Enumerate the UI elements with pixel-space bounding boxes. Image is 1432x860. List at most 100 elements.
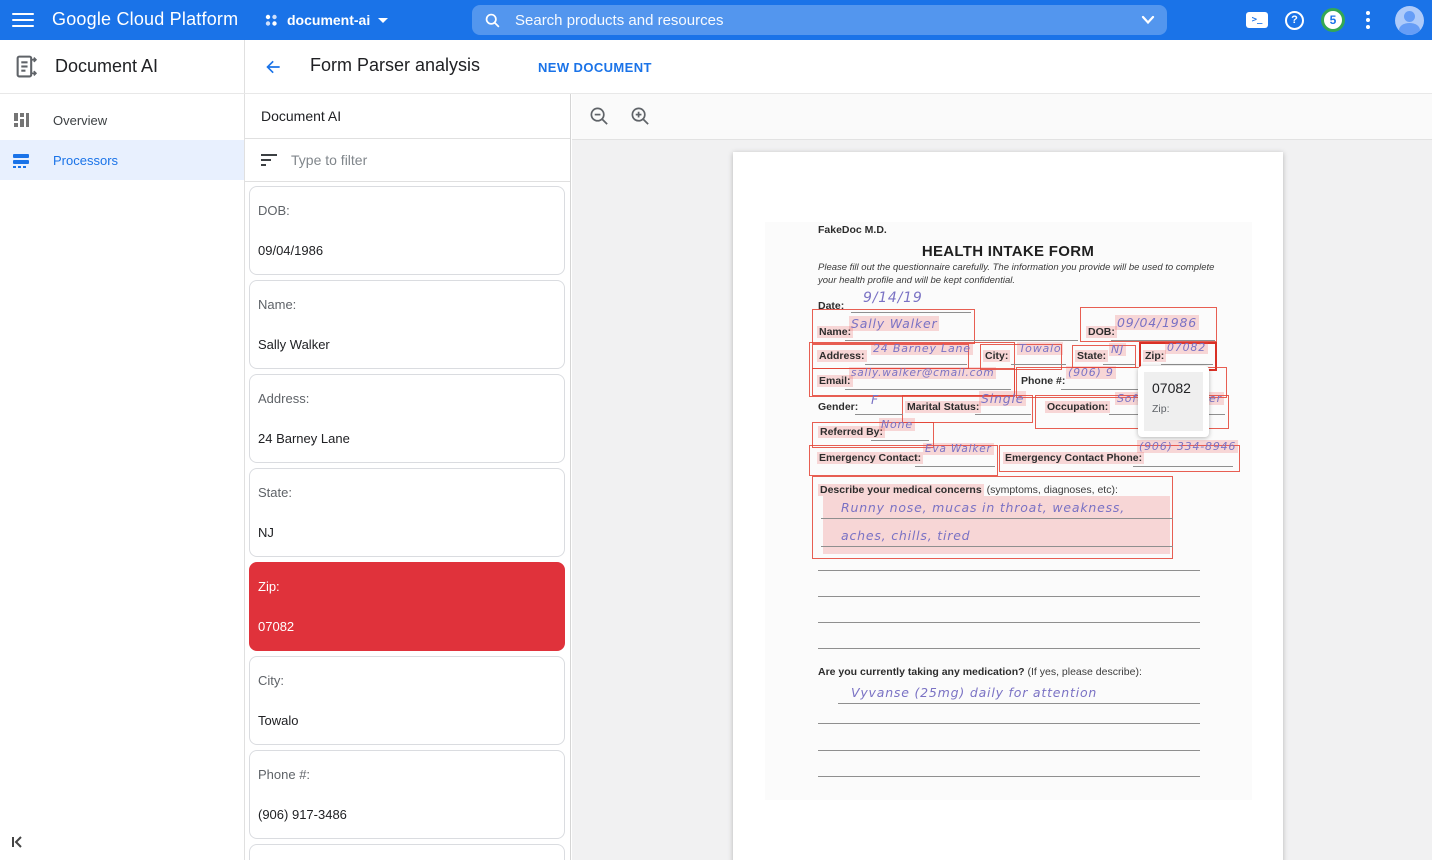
filter-icon	[261, 153, 278, 167]
document-page[interactable]: FakeDoc M.D. HEALTH INTAKE FORM Please f…	[733, 152, 1283, 860]
project-name: document-ai	[287, 12, 370, 28]
document-viewer: FakeDoc M.D. HEALTH INTAKE FORM Please f…	[572, 94, 1432, 860]
form-emergency-phone-label: Emergency Contact Phone:	[1003, 452, 1144, 464]
sidebar-item-processors[interactable]: Processors	[0, 140, 244, 180]
form-phone-value: (906) 9	[1066, 366, 1116, 379]
form-line	[818, 622, 1200, 623]
field-card-list: DOB: 09/04/1986 Name: Sally Walker Addre…	[249, 186, 565, 860]
avatar[interactable]	[1395, 6, 1424, 35]
help-icon[interactable]: ?	[1285, 11, 1304, 30]
field-card-dob[interactable]: DOB: 09/04/1986	[249, 186, 565, 275]
form-address-value: 24 Barney Lane	[871, 342, 973, 355]
form-line	[821, 518, 1173, 519]
zoom-out-icon[interactable]	[589, 106, 610, 127]
field-value: 24 Barney Lane	[258, 431, 350, 446]
viewer-toolbar	[572, 94, 1432, 140]
form-emergency-phone-value: (906) 334-8946	[1137, 440, 1238, 453]
brand-logo[interactable]: Google Cloud Platform	[52, 9, 238, 30]
form-gender-value: F	[871, 392, 879, 407]
form-email-value: sally.walker@cmail.com	[849, 367, 996, 379]
form-zip-value: 07082	[1165, 341, 1208, 354]
form-date-label: Date:	[818, 300, 844, 312]
page-title: Form Parser analysis	[310, 55, 480, 76]
search-chevron-down-icon[interactable]	[1141, 15, 1155, 25]
field-card-state[interactable]: State: NJ	[249, 468, 565, 557]
form-concerns-line2: aches, chills, tired	[841, 528, 970, 543]
form-concerns-label-rest: (symptoms, diagnoses, etc):	[984, 484, 1118, 496]
back-arrow-icon[interactable]	[263, 57, 283, 77]
field-card-address[interactable]: Address: 24 Barney Lane	[249, 374, 565, 463]
field-card-zip-selected[interactable]: Zip: 07082	[249, 562, 565, 651]
document-ai-icon	[14, 54, 39, 79]
project-selector[interactable]: document-ai	[263, 7, 388, 33]
form-concerns-line1: Runny nose, mucas in throat, weakness,	[841, 500, 1125, 515]
field-label: City:	[258, 673, 284, 688]
form-date-value: 9/14/19	[863, 290, 923, 306]
app-header: Document AI Form Parser analysis NEW DOC…	[0, 40, 1432, 94]
form-line	[818, 570, 1200, 571]
form-line	[1103, 364, 1135, 365]
filter-input[interactable]	[291, 152, 554, 168]
field-card-phone[interactable]: Phone #: (906) 917-3486	[249, 750, 565, 839]
form-medication-label: Are you currently taking any medication?	[818, 666, 1025, 678]
field-label: Address:	[258, 391, 309, 406]
cloud-shell-icon[interactable]: >_	[1246, 12, 1268, 28]
notifications-badge[interactable]: 5	[1321, 8, 1345, 32]
form-line	[818, 723, 1200, 724]
menu-icon[interactable]	[10, 8, 36, 32]
sidebar-item-label: Processors	[53, 153, 118, 168]
sidebar-item-overview[interactable]: Overview	[0, 100, 244, 140]
form-occupation-label: Occupation:	[1045, 401, 1110, 413]
top-bar: Google Cloud Platform document-ai >_ ? 5	[0, 0, 1432, 40]
field-label: State:	[258, 485, 292, 500]
field-label: Zip:	[258, 579, 280, 594]
form-state-value: NJ	[1109, 343, 1126, 356]
form-gender-label: Gender:	[818, 401, 858, 413]
form-occupation-value-end: er	[1207, 392, 1224, 405]
form-medication-value: Vyvanse (25mg) daily for attention	[851, 685, 1097, 700]
panel-title: Document AI	[245, 94, 570, 139]
form-email-label: Email:	[817, 375, 853, 387]
entity-tooltip-body: 07082 Zip:	[1144, 372, 1203, 431]
tooltip-value: 07082	[1152, 380, 1203, 396]
field-label: Name:	[258, 297, 296, 312]
app-title: Document AI	[55, 56, 158, 77]
new-document-button[interactable]: NEW DOCUMENT	[538, 60, 652, 75]
sidebar: Overview Processors	[0, 94, 245, 860]
form-line	[845, 389, 1011, 390]
sidebar-item-label: Overview	[53, 113, 107, 128]
form-referred-value: None	[879, 418, 915, 431]
form-concerns-label: Describe your medical concerns	[818, 484, 984, 496]
form-line	[845, 340, 1078, 341]
form-title: HEALTH INTAKE FORM	[733, 243, 1283, 260]
collapse-sidebar-icon[interactable]	[8, 832, 28, 852]
form-line	[838, 703, 1200, 704]
form-line	[851, 312, 971, 313]
form-address-label: Address:	[817, 350, 867, 362]
field-card-city[interactable]: City: Towalo	[249, 656, 565, 745]
search-bar[interactable]	[472, 5, 1167, 35]
field-value: 09/04/1986	[258, 243, 323, 258]
form-clinic: FakeDoc M.D.	[818, 224, 887, 236]
entities-panel: Document AI DOB: 09/04/1986 Name: Sally …	[245, 94, 571, 860]
form-emergency-value: Eva Walker	[923, 443, 994, 455]
form-line	[855, 414, 903, 415]
more-options-icon[interactable]	[1362, 7, 1374, 33]
overview-icon	[12, 111, 30, 129]
field-label: Phone #:	[258, 767, 310, 782]
field-card-partial[interactable]	[249, 844, 565, 860]
form-instructions: Please fill out the questionnaire carefu…	[818, 262, 1214, 273]
form-line	[821, 546, 1173, 547]
tooltip-label: Zip:	[1152, 403, 1203, 415]
form-line	[818, 648, 1200, 649]
app-title-section: Document AI	[0, 40, 245, 93]
form-city-label: City:	[983, 350, 1010, 362]
field-label: DOB:	[258, 203, 290, 218]
chevron-down-icon	[378, 18, 388, 23]
form-marital-label: Marital Status:	[905, 401, 981, 413]
search-input[interactable]	[515, 12, 1127, 29]
field-value: (906) 917-3486	[258, 807, 347, 822]
field-card-name[interactable]: Name: Sally Walker	[249, 280, 565, 369]
field-value: NJ	[258, 525, 274, 540]
zoom-in-icon[interactable]	[630, 106, 651, 127]
